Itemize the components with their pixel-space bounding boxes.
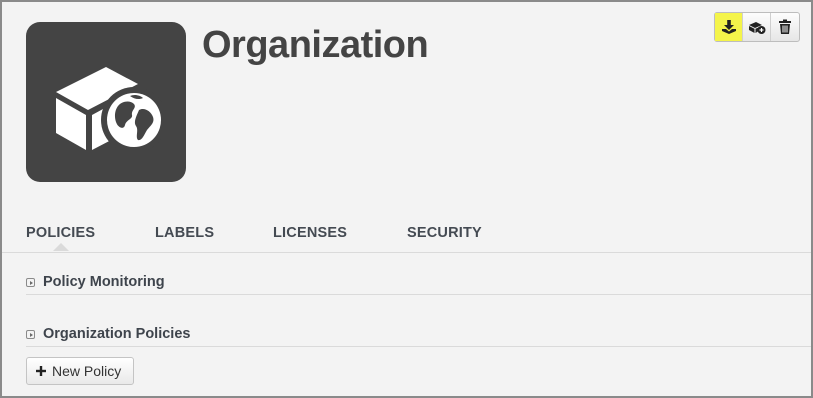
section-policy-monitoring[interactable]: Policy Monitoring (26, 274, 811, 295)
new-policy-button[interactable]: New Policy (26, 357, 135, 385)
expand-arrow-icon[interactable] (26, 330, 35, 339)
delete-button[interactable] (771, 13, 799, 41)
import-download-icon (721, 20, 736, 34)
section-organization-policies[interactable]: Organization Policies (26, 326, 811, 347)
plus-icon (36, 366, 46, 376)
add-to-group-icon (748, 22, 765, 34)
action-toolbar (714, 12, 800, 42)
section-label: Organization Policies (43, 326, 191, 342)
section-label: Policy Monitoring (43, 274, 165, 290)
new-policy-label: New Policy (52, 363, 122, 379)
trash-icon (779, 19, 791, 34)
active-tab-indicator (53, 243, 69, 251)
add-to-group-button[interactable] (743, 13, 771, 41)
tab-bar: POLICIES LABELS LICENSES SECURITY (2, 221, 811, 253)
expand-arrow-icon[interactable] (26, 278, 35, 287)
organization-box-globe-icon (26, 22, 186, 182)
tab-policies[interactable]: POLICIES (26, 225, 95, 241)
organization-page: Organization POLICIES LABELS LICENSES SE… (0, 0, 813, 398)
tab-licenses[interactable]: LICENSES (273, 225, 347, 241)
import-button[interactable] (715, 13, 743, 41)
tab-security[interactable]: SECURITY (407, 225, 482, 241)
page-title: Organization (202, 24, 429, 66)
tab-labels[interactable]: LABELS (155, 225, 214, 241)
